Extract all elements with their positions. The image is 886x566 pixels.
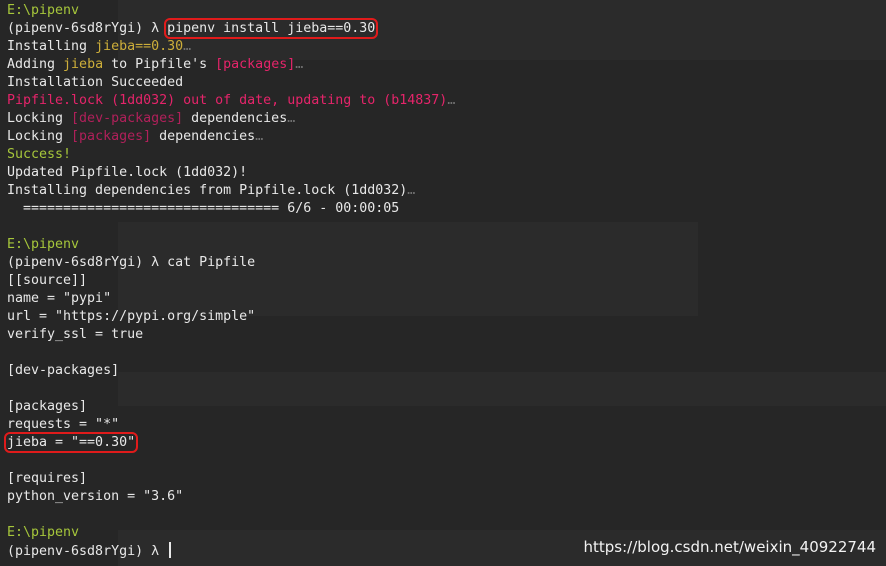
terminal-text: Success! xyxy=(7,147,72,162)
terminal-text: [dev-packages] xyxy=(71,111,184,126)
terminal-text: [requires] xyxy=(7,471,88,486)
terminal-line: Success! xyxy=(7,146,886,164)
terminal-text: Installing xyxy=(7,39,96,54)
terminal-text: (pipenv-6sd8rYgi) λ cat Pipfile xyxy=(7,255,256,270)
text-cursor[interactable] xyxy=(169,542,172,558)
terminal-text: [packages] xyxy=(7,399,88,414)
terminal-text: python_version = "3.6" xyxy=(7,489,184,504)
terminal-text: … xyxy=(255,129,264,144)
terminal-text: … xyxy=(447,93,456,108)
terminal-line: Pipfile.lock (1dd032) out of date, updat… xyxy=(7,92,886,110)
terminal-text: dependencies xyxy=(151,129,256,144)
terminal-line: Installing jieba==0.30… xyxy=(7,38,886,56)
terminal-text: Installing dependencies from Pipfile.loc… xyxy=(7,183,408,198)
terminal-line: [[source]] xyxy=(7,272,886,290)
terminal-line: name = "pypi" xyxy=(7,290,886,308)
terminal-text: verify_ssl = true xyxy=(7,327,144,342)
terminal-text: (pipenv-6sd8rYgi) λ xyxy=(7,544,168,559)
terminal-text: (pipenv-6sd8rYgi) λ xyxy=(7,21,168,36)
terminal-text: Adding xyxy=(7,57,64,72)
terminal-text: Pipfile.lock (1dd032) out of date, updat… xyxy=(7,93,448,108)
terminal-text: E:\pipenv xyxy=(7,3,80,18)
highlighted-command: jieba = "==0.30" xyxy=(3,432,139,453)
terminal-line: python_version = "3.6" xyxy=(7,488,886,506)
terminal-text: Locking xyxy=(7,129,72,144)
terminal-text: requests = "*" xyxy=(7,417,120,432)
terminal-text: jieba xyxy=(63,57,104,72)
terminal-text: E:\pipenv xyxy=(7,525,80,540)
terminal-line: Adding jieba to Pipfile's [packages]… xyxy=(7,56,886,74)
terminal-text: to Pipfile's xyxy=(103,57,216,72)
terminal-text: ================================ 6/6 - 0… xyxy=(7,201,400,216)
terminal-line: [dev-packages] xyxy=(7,362,886,380)
terminal-line: E:\pipenv xyxy=(7,236,886,254)
terminal-text: dependencies xyxy=(183,111,288,126)
watermark-text: https://blog.csdn.net/weixin_40922744 xyxy=(583,538,876,556)
terminal-line: Locking [dev-packages] dependencies… xyxy=(7,110,886,128)
terminal-text: Updated Pipfile.lock (1dd032)! xyxy=(7,165,248,180)
terminal-line: Installing dependencies from Pipfile.loc… xyxy=(7,182,886,200)
terminal-text: [packages] xyxy=(215,57,296,72)
terminal-line: requests = "*" xyxy=(7,416,886,434)
terminal-text: [packages] xyxy=(71,129,152,144)
terminal-text: jieba==0.30 xyxy=(95,39,184,54)
terminal-text: … xyxy=(295,57,304,72)
terminal-line: Installation Succeeded xyxy=(7,74,886,92)
terminal-line: [requires] xyxy=(7,470,886,488)
terminal-line: Locking [packages] dependencies… xyxy=(7,128,886,146)
terminal-window[interactable]: E:\pipenv (pipenv-6sd8rYgi) λ pipenv inst… xyxy=(0,0,886,566)
terminal-line: [packages] xyxy=(7,398,886,416)
terminal-line: verify_ssl = true xyxy=(7,326,886,344)
terminal-line: Updated Pipfile.lock (1dd032)! xyxy=(7,164,886,182)
terminal-text: … xyxy=(183,39,192,54)
terminal-text: … xyxy=(287,111,296,126)
terminal-text: url = "https://pypi.org/simple" xyxy=(7,309,256,324)
terminal-text: E:\pipenv xyxy=(7,237,80,252)
terminal-line: (pipenv-6sd8rYgi) λ cat Pipfile xyxy=(7,254,886,272)
terminal-text: name = "pypi" xyxy=(7,291,112,306)
terminal-line: E:\pipenv xyxy=(7,2,886,20)
highlighted-command: pipenv install jieba==0.30 xyxy=(164,18,379,39)
terminal-text: Locking xyxy=(7,111,72,126)
terminal-line: ================================ 6/6 - 0… xyxy=(7,200,886,218)
terminal-text: Installation Succeeded xyxy=(7,75,184,90)
terminal-line: (pipenv-6sd8rYgi) λ pipenv install jieba… xyxy=(7,18,886,39)
terminal-text: [[source]] xyxy=(7,273,88,288)
terminal-text: [dev-packages] xyxy=(7,363,120,378)
terminal-line: url = "https://pypi.org/simple" xyxy=(7,308,886,326)
terminal-line: jieba = "==0.30" xyxy=(3,432,886,453)
terminal-text: … xyxy=(407,183,416,198)
